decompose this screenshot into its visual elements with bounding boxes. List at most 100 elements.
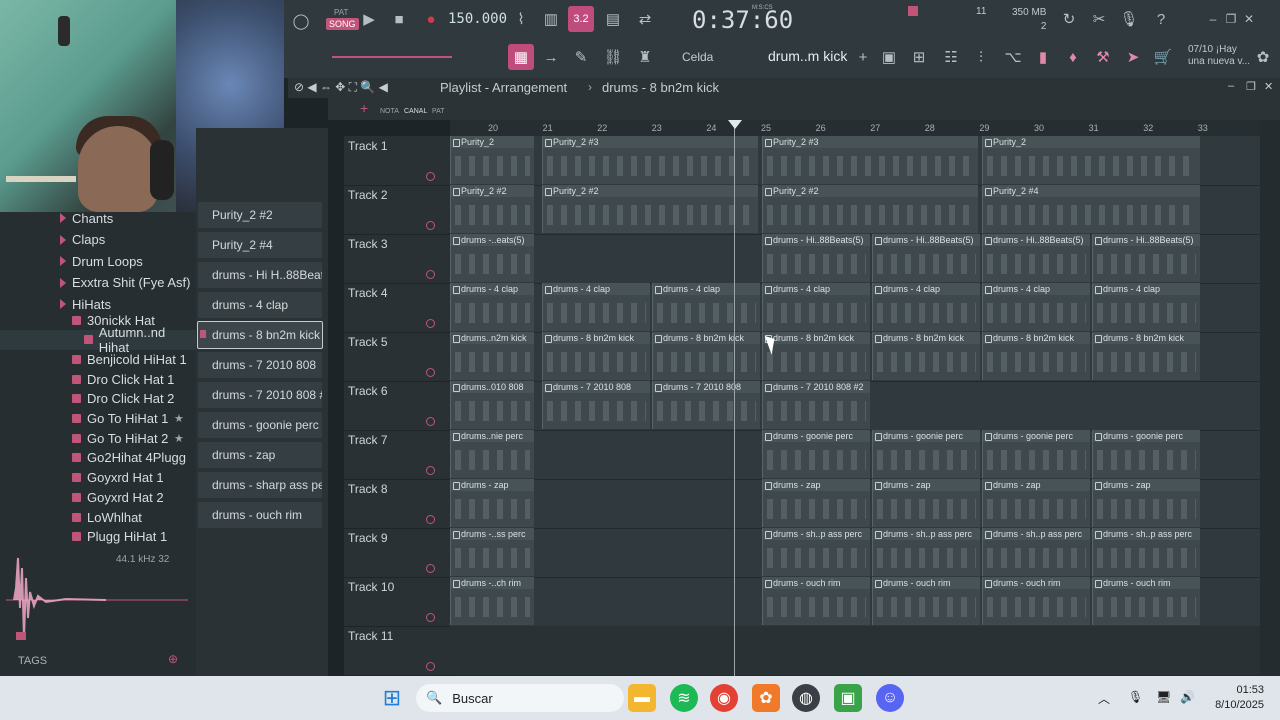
- track-mute-icon[interactable]: [426, 515, 435, 524]
- browser-file[interactable]: Go2Hihat 4Plugg: [0, 448, 196, 468]
- pattern-clip[interactable]: Purity_2 #3: [542, 136, 758, 184]
- pattern-clip[interactable]: drums - ouch rim: [982, 577, 1090, 625]
- track-mute-icon[interactable]: [426, 368, 435, 377]
- pattern-clip[interactable]: drums - 8 bn2m kick: [762, 332, 870, 380]
- piano-roll-icon[interactable]: ☷: [938, 44, 964, 70]
- pattern-selector[interactable]: drum..m kick: [768, 48, 847, 64]
- keyboard-icon[interactable]: ▥: [538, 6, 564, 32]
- pattern-clip[interactable]: drums - 8 bn2m kick: [872, 332, 980, 380]
- link-icon[interactable]: ⛓: [600, 44, 626, 70]
- playlist-menu-icon[interactable]: ⊘ ◀ ⇔ ✥ ⛶ 🔍 ◀: [294, 80, 388, 95]
- timeline-ruler[interactable]: 20 21 22 23 24 25 26 27 28 29 30 31 32 33: [450, 120, 1260, 136]
- arrangement-grid[interactable]: Purity_2 Purity_2 #3 Purity_2 #3 Purity_2 Pu…: [450, 136, 1260, 676]
- help-icon[interactable]: ?: [1148, 6, 1174, 32]
- add-track-icon[interactable]: +: [360, 100, 368, 116]
- app-green-icon[interactable]: ▣: [834, 684, 862, 712]
- song-mode-button[interactable]: SONG: [326, 18, 359, 30]
- track-lane[interactable]: drums -..eats(5) drums - Hi..88Beats(5) dr…: [450, 234, 1260, 284]
- obs-icon[interactable]: ◍: [792, 684, 820, 712]
- pattern-clip[interactable]: drums - 4 clap: [872, 283, 980, 331]
- track-mute-icon[interactable]: [426, 613, 435, 622]
- browser-file[interactable]: Dro Click Hat 2: [0, 389, 196, 409]
- pattern-clip[interactable]: drums - Hi..88Beats(5): [982, 234, 1090, 282]
- pattern-clip[interactable]: Purity_2 #4: [982, 185, 1200, 233]
- scissors-icon[interactable]: ✂: [1086, 6, 1112, 32]
- pattern-clip[interactable]: Purity_2 #2: [542, 185, 758, 233]
- browser-folder[interactable]: Drum Loops: [0, 251, 196, 271]
- time-display[interactable]: 0:37:60: [692, 6, 793, 34]
- file-explorer-icon[interactable]: ▬: [628, 684, 656, 712]
- vertical-scrollbar[interactable]: [1260, 120, 1280, 676]
- browser-file[interactable]: Goyxrd Hat 1: [0, 468, 196, 488]
- picker-item[interactable]: drums - 7 2010 808: [198, 352, 322, 378]
- stop-icon[interactable]: ■: [386, 6, 412, 32]
- pattern-clip[interactable]: drums - 4 clap: [982, 283, 1090, 331]
- pattern-clip[interactable]: drums - 4 clap: [450, 283, 534, 331]
- tray-network-icon[interactable]: 🖥: [1156, 690, 1171, 704]
- pattern-clip[interactable]: drums - 8 bn2m kick: [652, 332, 760, 380]
- pattern-clip[interactable]: drums - Hi..88Beats(5): [872, 234, 980, 282]
- spotify-icon[interactable]: ≋: [670, 684, 698, 712]
- pattern-clip[interactable]: drums - goonie perc: [1092, 430, 1200, 478]
- breadcrumb[interactable]: drums - 8 bn2m kick: [602, 80, 719, 95]
- track-header[interactable]: Track 5: [344, 332, 450, 382]
- favorite-star-icon[interactable]: ★: [174, 432, 184, 445]
- share-icon[interactable]: ➤: [1120, 44, 1146, 70]
- track-lane[interactable]: drums - 4 clap drums - 4 clap drums - 4 cl…: [450, 283, 1260, 333]
- tray-chevron-icon[interactable]: ︿: [1098, 690, 1110, 707]
- track-mute-icon[interactable]: [426, 172, 435, 181]
- pattern-clip[interactable]: drums -..eats(5): [450, 234, 534, 282]
- arrow-right-icon[interactable]: →: [538, 44, 564, 70]
- pattern-clip[interactable]: drums - sh..p ass perc: [1092, 528, 1200, 576]
- pattern-clip[interactable]: Purity_2: [450, 136, 534, 184]
- track-lane[interactable]: drums..nie perc drums - goonie perc drums …: [450, 430, 1260, 480]
- browser-file[interactable]: Go To HiHat 1 ★: [0, 409, 196, 429]
- windows-start-icon[interactable]: ⊞: [378, 684, 406, 712]
- pattern-clip[interactable]: Purity_2 #2: [762, 185, 978, 233]
- waveform-preview[interactable]: [6, 548, 188, 646]
- pattern-clip[interactable]: drums - ouch rim: [872, 577, 980, 625]
- track-header[interactable]: Track 7: [344, 430, 450, 480]
- tempo-display[interactable]: 150.000: [448, 11, 507, 27]
- playhead-marker-icon[interactable]: [728, 120, 742, 129]
- browser-file[interactable]: Dro Click Hat 1: [0, 369, 196, 389]
- pattern-clip[interactable]: drums - 8 bn2m kick: [542, 332, 650, 380]
- pattern-clip[interactable]: drums - 8 bn2m kick: [982, 332, 1090, 380]
- record-icon[interactable]: ●: [418, 6, 444, 32]
- fl-logo-icon[interactable]: ✿: [1250, 44, 1276, 70]
- pattern-clip[interactable]: drums - 8 bn2m kick: [1092, 332, 1200, 380]
- track-lane[interactable]: drums -..ch rim drums - ouch rim drums - o…: [450, 577, 1260, 627]
- track-header[interactable]: Track 9: [344, 528, 450, 578]
- pattern-clip[interactable]: drums - 7 2010 808 #2: [762, 381, 870, 429]
- add-pattern-icon[interactable]: +: [850, 44, 876, 70]
- browser-file[interactable]: Plugg HiHat 1: [0, 527, 196, 547]
- playlist-minimize-icon[interactable]: –: [1228, 80, 1234, 92]
- play-icon[interactable]: ▶: [356, 6, 382, 32]
- pattern-clip[interactable]: drums - 4 clap: [1092, 283, 1200, 331]
- pattern-clip[interactable]: drums..n2m kick: [450, 332, 534, 380]
- track-lane[interactable]: drums - zap drums - zap drums - zap drums -…: [450, 479, 1260, 529]
- pattern-clip[interactable]: drums..nie perc: [450, 430, 534, 478]
- picker-item[interactable]: drums - Hi H..88Beats(5): [198, 262, 322, 288]
- step-edit-button[interactable]: 3.2: [568, 6, 594, 32]
- pattern-clip[interactable]: drums - sh..p ass perc: [982, 528, 1090, 576]
- picker-item[interactable]: drums - zap: [198, 442, 322, 468]
- taskbar-search[interactable]: 🔍 Buscar: [416, 684, 624, 712]
- pat-mode-label[interactable]: PAT: [334, 8, 348, 17]
- picker-item[interactable]: drums - goonie perc: [198, 412, 322, 438]
- pattern-clip[interactable]: drums - 4 clap: [542, 283, 650, 331]
- browser-file[interactable]: Autumn..nd Hihat: [0, 325, 196, 355]
- pattern-clip[interactable]: drums - ouch rim: [1092, 577, 1200, 625]
- playlist-restore-icon[interactable]: ❐: [1246, 80, 1256, 93]
- pattern-clip[interactable]: drums -..ch rim: [450, 577, 534, 625]
- master-volume-slider[interactable]: [332, 56, 452, 58]
- picker-item[interactable]: Purity_2 #4: [198, 232, 322, 258]
- pattern-clip[interactable]: drums - goonie perc: [872, 430, 980, 478]
- track-header[interactable]: Track 3: [344, 234, 450, 284]
- playlist-close-icon[interactable]: ✕: [1264, 80, 1273, 93]
- mixer-icon[interactable]: ⊞: [906, 44, 932, 70]
- track-header[interactable]: Track 2: [344, 185, 450, 235]
- fl-studio-icon[interactable]: ✿: [752, 684, 780, 712]
- refresh-icon[interactable]: ↻: [1056, 6, 1082, 32]
- chrome-icon[interactable]: ◉: [710, 684, 738, 712]
